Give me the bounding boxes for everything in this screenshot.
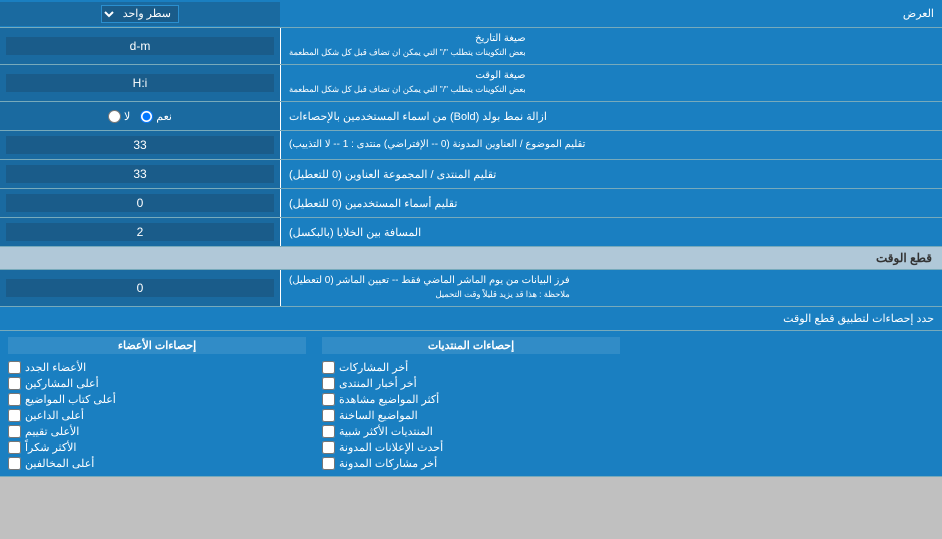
forum-align-input-wrapper [0, 160, 280, 188]
users-align-row: تقليم أسماء المستخدمين (0 للتعطيل) [0, 189, 942, 218]
cell-spacing-label: المسافة بين الخلايا (بالبكسل) [280, 218, 942, 246]
time-cutoff-label: فرز البيانات من يوم الماشر الماضي فقط --… [280, 270, 942, 306]
member-stat-6-checkbox[interactable] [8, 441, 21, 454]
time-format-label: صيغة الوقتبعض التكوينات يتطلب "/" التي ي… [280, 65, 942, 101]
display-label: العرض [280, 3, 942, 24]
member-stat-7: أعلى المخالفين [8, 457, 306, 470]
display-select[interactable]: سطر واحد سطرين ثلاثة أسطر [101, 5, 179, 23]
forum-stat-3-label: أكثر المواضيع مشاهدة [339, 393, 439, 406]
member-stats-col: إحصاءات الأعضاء الأعضاء الجدد أعلى المشا… [0, 335, 314, 472]
topic-align-label: تقليم الموضوع / العناوين المدونة (0 -- ا… [280, 131, 942, 159]
main-container: العرض سطر واحد سطرين ثلاثة أسطر صيغة الت… [0, 0, 942, 477]
forum-stat-3-checkbox[interactable] [322, 393, 335, 406]
bold-no-label[interactable]: لا [108, 110, 130, 123]
forum-stat-2-checkbox[interactable] [322, 377, 335, 390]
member-stat-4-checkbox[interactable] [8, 409, 21, 422]
member-stat-2-label: أعلى المشاركين [25, 377, 99, 390]
member-stat-6-label: الأكثر شكراً [25, 441, 76, 454]
date-format-label: صيغة التاريخبعض التكوينات يتطلب "/" التي… [280, 28, 942, 64]
time-format-input[interactable] [6, 74, 274, 92]
time-cutoff-header: قطع الوقت [0, 247, 942, 270]
users-align-label: تقليم أسماء المستخدمين (0 للتعطيل) [280, 189, 942, 217]
date-format-input[interactable] [6, 37, 274, 55]
stats-apply-label: حدد إحصاءات لتطبيق قطع الوقت [0, 309, 942, 328]
cell-spacing-input-wrapper [0, 218, 280, 246]
forum-stat-6: أحدث الإعلانات المدونة [322, 441, 620, 454]
forum-align-input[interactable] [6, 165, 274, 183]
time-cutoff-text: فرز البيانات من يوم الماشر الماضي فقط --… [289, 274, 570, 302]
checkbox-grid: إحصاءات المنتديات أخر المشاركات أخر أخبا… [0, 331, 942, 477]
member-stat-5-label: الأعلى تقييم [25, 425, 79, 438]
member-stat-7-label: أعلى المخالفين [25, 457, 94, 470]
forum-stat-5-label: المنتديات الأكثر شبية [339, 425, 433, 438]
forum-align-row: تقليم المنتدى / المجموعة العناوين (0 للت… [0, 160, 942, 189]
time-cutoff-input[interactable] [6, 279, 274, 297]
bold-no-text: لا [124, 110, 130, 123]
forum-stat-4: المواضيع الساخنة [322, 409, 620, 422]
forum-stat-5-checkbox[interactable] [322, 425, 335, 438]
time-cutoff-row: فرز البيانات من يوم الماشر الماضي فقط --… [0, 270, 942, 307]
topic-align-input-wrapper [0, 131, 280, 159]
member-stat-2: أعلى المشاركين [8, 377, 306, 390]
member-stat-5: الأعلى تقييم [8, 425, 306, 438]
forum-stat-7: أخر مشاركات المدونة [322, 457, 620, 470]
users-align-input-wrapper [0, 189, 280, 217]
forum-stat-3: أكثر المواضيع مشاهدة [322, 393, 620, 406]
member-stat-1-label: الأعضاء الجدد [25, 361, 86, 374]
member-stat-2-checkbox[interactable] [8, 377, 21, 390]
display-row: العرض سطر واحد سطرين ثلاثة أسطر [0, 0, 942, 28]
date-format-input-wrapper [0, 28, 280, 64]
bold-no-radio[interactable] [108, 110, 121, 123]
time-format-row: صيغة الوقتبعض التكوينات يتطلب "/" التي ي… [0, 65, 942, 102]
member-stat-4: أعلى الداعين [8, 409, 306, 422]
member-stat-5-checkbox[interactable] [8, 425, 21, 438]
display-select-wrapper: سطر واحد سطرين ثلاثة أسطر [0, 2, 280, 26]
member-stat-7-checkbox[interactable] [8, 457, 21, 470]
forum-stat-7-label: أخر مشاركات المدونة [339, 457, 437, 470]
member-stat-3: أعلى كتاب المواضيع [8, 393, 306, 406]
member-stat-1: الأعضاء الجدد [8, 361, 306, 374]
forum-stats-col: إحصاءات المنتديات أخر المشاركات أخر أخبا… [314, 335, 628, 472]
forum-stat-6-label: أحدث الإعلانات المدونة [339, 441, 443, 454]
users-align-input[interactable] [6, 194, 274, 212]
bold-remove-row: ازالة نمط بولد (Bold) من اسماء المستخدمي… [0, 102, 942, 131]
member-stat-4-label: أعلى الداعين [25, 409, 84, 422]
forum-stat-7-checkbox[interactable] [322, 457, 335, 470]
forum-stat-1-checkbox[interactable] [322, 361, 335, 374]
member-stat-6: الأكثر شكراً [8, 441, 306, 454]
forum-stat-6-checkbox[interactable] [322, 441, 335, 454]
spacer-col [628, 335, 942, 472]
forum-stat-4-label: المواضيع الساخنة [339, 409, 418, 422]
time-format-input-wrapper [0, 65, 280, 101]
member-stat-1-checkbox[interactable] [8, 361, 21, 374]
topic-align-row: تقليم الموضوع / العناوين المدونة (0 -- ا… [0, 131, 942, 160]
bold-yes-text: نعم [156, 110, 172, 123]
forum-stat-4-checkbox[interactable] [322, 409, 335, 422]
cell-spacing-input[interactable] [6, 223, 274, 241]
date-format-row: صيغة التاريخبعض التكوينات يتطلب "/" التي… [0, 28, 942, 65]
stats-apply-row: حدد إحصاءات لتطبيق قطع الوقت [0, 307, 942, 331]
bold-remove-label: ازالة نمط بولد (Bold) من اسماء المستخدمي… [280, 102, 942, 130]
bold-yes-radio[interactable] [140, 110, 153, 123]
forum-stat-2-label: أخر أخبار المنتدى [339, 377, 417, 390]
bold-remove-options: نعم لا [0, 102, 280, 130]
forum-stat-1-label: أخر المشاركات [339, 361, 408, 374]
member-stat-3-label: أعلى كتاب المواضيع [25, 393, 116, 406]
member-stat-3-checkbox[interactable] [8, 393, 21, 406]
forum-stats-header: إحصاءات المنتديات [322, 337, 620, 354]
forum-align-label: تقليم المنتدى / المجموعة العناوين (0 للت… [280, 160, 942, 188]
member-stats-header: إحصاءات الأعضاء [8, 337, 306, 354]
forum-stat-5: المنتديات الأكثر شبية [322, 425, 620, 438]
time-cutoff-title: قطع الوقت [876, 251, 932, 265]
forum-stat-2: أخر أخبار المنتدى [322, 377, 620, 390]
time-cutoff-input-wrapper [0, 270, 280, 306]
bold-yes-label[interactable]: نعم [140, 110, 172, 123]
cell-spacing-row: المسافة بين الخلايا (بالبكسل) [0, 218, 942, 247]
topic-align-input[interactable] [6, 136, 274, 154]
forum-stat-1: أخر المشاركات [322, 361, 620, 374]
